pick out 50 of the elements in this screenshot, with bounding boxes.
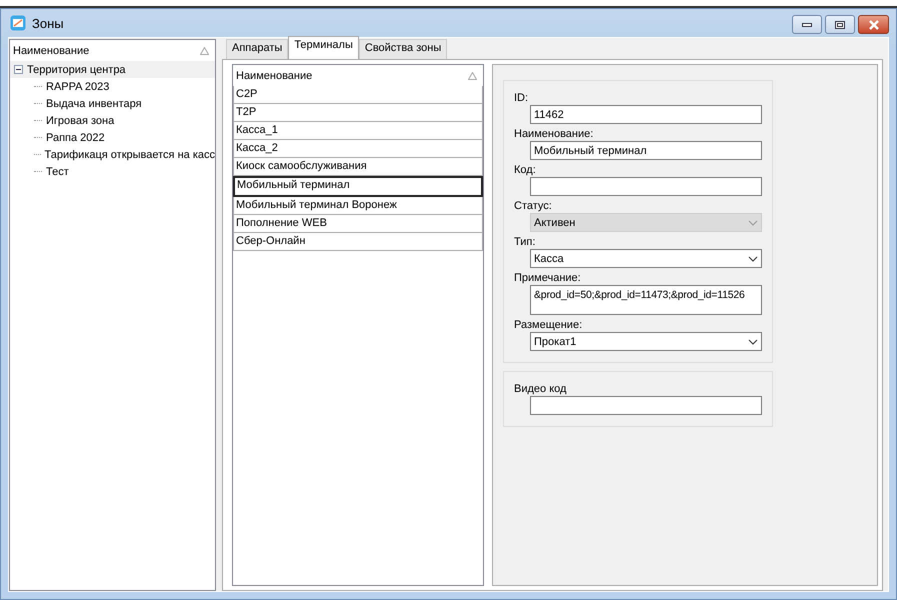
tree-item[interactable]: Раппа 2022 <box>46 132 105 144</box>
close-button[interactable] <box>858 15 889 34</box>
list-row[interactable]: Мобильный терминал <box>233 176 483 197</box>
chevron-down-icon <box>748 338 758 344</box>
column-header[interactable]: Наименование <box>13 45 90 57</box>
list-row[interactable]: Киоск самообслуживания <box>233 158 483 176</box>
field-label: ID: <box>514 91 530 105</box>
input-field[interactable] <box>530 177 762 196</box>
tab[interactable]: Свойства зоны <box>358 39 448 59</box>
window-title: Зоны <box>32 16 64 30</box>
minimize-icon <box>802 22 812 26</box>
list-row[interactable]: C2P <box>233 86 483 104</box>
sort-icon <box>200 47 209 55</box>
field-label: Тип: <box>514 235 536 249</box>
input-field[interactable]: Мобильный терминал <box>530 141 762 160</box>
input-field[interactable] <box>530 396 762 415</box>
field-label: Наименование: <box>514 127 594 141</box>
tree-item[interactable]: Игровая зона <box>46 114 114 126</box>
maximize-icon <box>835 20 845 28</box>
tree-item[interactable]: Тест <box>46 166 69 178</box>
sort-icon <box>468 72 477 80</box>
tab[interactable]: Аппараты <box>226 39 288 59</box>
list-row[interactable]: Сбер-Онлайн <box>233 233 483 251</box>
list-row[interactable]: Пополнение WEB <box>233 215 483 233</box>
close-icon <box>868 20 880 30</box>
chevron-down-icon <box>748 220 758 226</box>
tab[interactable]: Терминалы <box>288 36 359 59</box>
tree-item[interactable]: Тарификаця открывается на касс <box>44 148 215 160</box>
maximize-button[interactable] <box>825 15 855 34</box>
tree-item[interactable]: Территория центра <box>10 61 215 78</box>
list-row[interactable]: Касса_1 <box>233 122 483 140</box>
text-area[interactable]: &prod_id=50;&prod_id=11473;&prod_id=11526 <box>530 285 762 315</box>
dropdown[interactable]: Касса <box>530 249 762 268</box>
dropdown[interactable]: Прокат1 <box>530 332 762 351</box>
field-label: Примечание: <box>514 271 582 285</box>
field-label: Видео код <box>514 382 568 396</box>
list-row[interactable]: Касса_2 <box>233 140 483 158</box>
input-field[interactable]: 11462 <box>530 105 762 124</box>
tree-item[interactable]: Выдача инвентаря <box>46 98 142 110</box>
minimize-button[interactable] <box>792 15 822 34</box>
field-label: Код: <box>514 163 537 177</box>
tree-item[interactable]: RAPPA 2023 <box>46 80 110 92</box>
column-header[interactable]: Наименование <box>236 70 312 82</box>
field-label: Размещение: <box>514 318 584 332</box>
field-label: Статус: <box>514 199 553 213</box>
list-row[interactable]: T2P <box>233 104 483 122</box>
list-row[interactable]: Мобильный терминал Воронеж <box>233 197 483 215</box>
collapse-icon[interactable] <box>14 65 23 74</box>
chevron-down-icon <box>748 256 758 262</box>
app-icon <box>10 15 26 31</box>
